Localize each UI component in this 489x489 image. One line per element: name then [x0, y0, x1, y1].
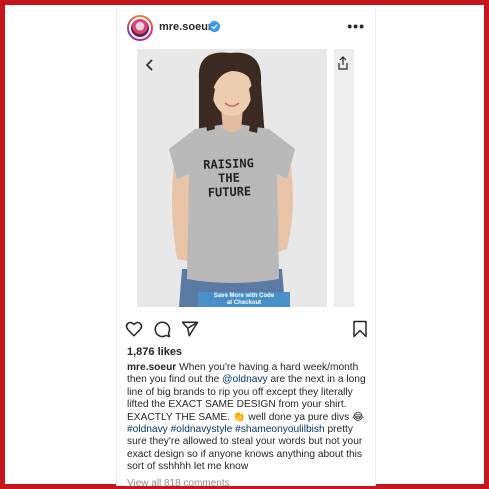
view-comments-link[interactable]: View all 818 comments [127, 478, 230, 486]
bookmark-icon[interactable] [351, 320, 369, 338]
heart-icon[interactable] [125, 320, 143, 338]
share-icon[interactable] [337, 56, 349, 70]
hashtag-links[interactable]: #oldnavy #oldnavystyle #shameonyoulilbis… [127, 424, 325, 435]
shirt-print-text: RAISING THE FUTURE [202, 156, 255, 200]
send-icon[interactable] [181, 320, 199, 338]
like-count[interactable]: 1,876 likes [127, 346, 182, 358]
mention-link[interactable]: @oldnavy [222, 374, 267, 385]
post-header: mre.soeur ••• [117, 7, 375, 47]
comment-icon[interactable] [153, 320, 171, 338]
username[interactable]: mre.soeur [159, 21, 212, 33]
post-caption: mre.soeur When you're having a hard week… [127, 362, 372, 474]
next-image-preview[interactable] [334, 49, 354, 307]
instagram-post: mre.soeur ••• RAISING THE FUTURE Save Mo… [116, 7, 376, 486]
caption-username[interactable]: mre.soeur [127, 362, 176, 373]
action-bar [125, 320, 369, 340]
avatar[interactable] [127, 15, 153, 41]
post-image[interactable]: RAISING THE FUTURE Save More with Code a… [137, 49, 327, 307]
verified-icon [209, 21, 220, 32]
chevron-left-icon[interactable] [143, 57, 157, 73]
more-options-button[interactable]: ••• [347, 18, 365, 34]
promo-banner[interactable]: Save More with Code at Checkout [198, 292, 290, 307]
